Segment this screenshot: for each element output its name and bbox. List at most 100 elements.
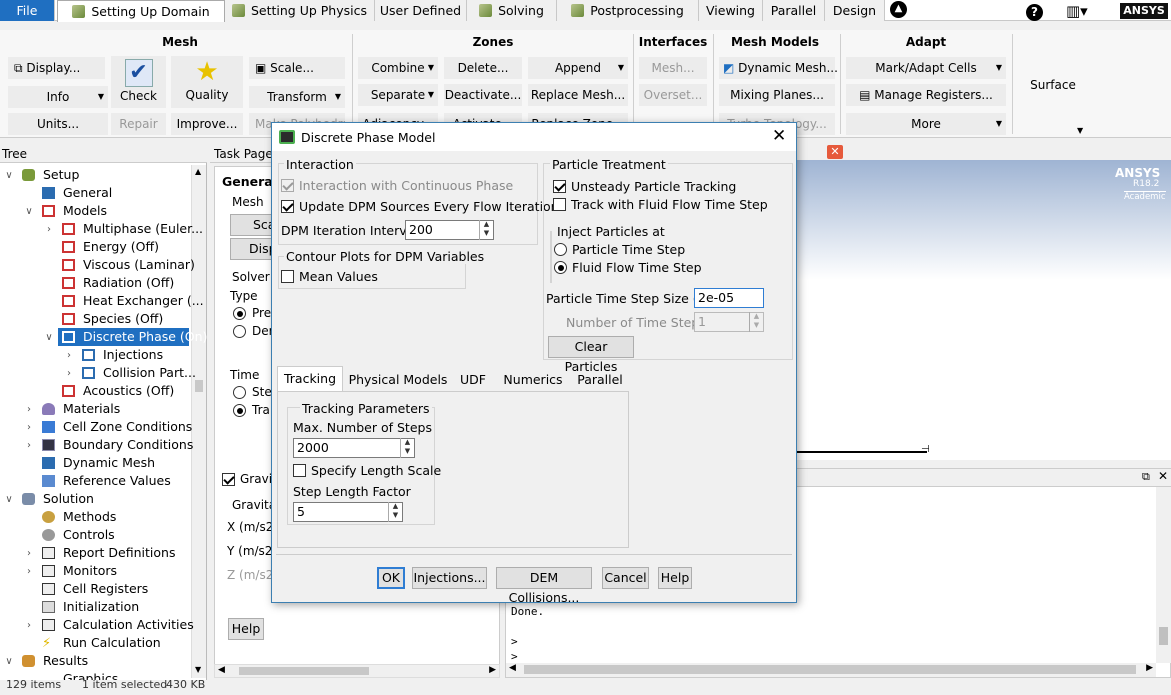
tree-item-injections[interactable]: Injections [103, 346, 163, 364]
collapse-solution-icon[interactable]: ∨ [3, 494, 15, 505]
expand-materials-icon[interactable]: › [23, 404, 35, 415]
overset-button[interactable]: Overset... [639, 84, 707, 106]
tab-physical-models[interactable]: Physical Models [348, 368, 448, 391]
surface-button[interactable]: Surface [1018, 66, 1088, 132]
dem-collisions-button[interactable]: DEM Collisions... [496, 567, 592, 605]
tab-tracking[interactable]: Tracking [277, 366, 343, 391]
info-button[interactable]: Info ▼ [8, 86, 108, 108]
interaction-continuous-checkbox[interactable] [281, 179, 294, 192]
spinner-icon[interactable]: ▲ ▼ [388, 502, 402, 522]
fluid-flow-time-step-radio[interactable] [554, 261, 567, 274]
tab-parallel[interactable]: Parallel [570, 368, 630, 391]
tree-item-acoustics[interactable]: Acoustics (Off) [83, 382, 174, 400]
mark-adapt-button[interactable]: Mark/Adapt Cells ▼ [846, 57, 1006, 79]
tab-solving[interactable]: Solving [467, 0, 557, 21]
tab-user-defined[interactable]: User Defined [375, 0, 467, 21]
dynamic-mesh-button[interactable]: ◩ Dynamic Mesh... [719, 57, 838, 79]
particle-time-step-radio[interactable] [554, 243, 567, 256]
scroll-left-icon[interactable]: ◀ [509, 663, 516, 673]
tree-scrollbar[interactable]: ▲ ▼ [191, 165, 206, 678]
tab-setting-up-physics[interactable]: Setting Up Physics [225, 0, 375, 21]
scroll-down-icon[interactable]: ▼ [195, 665, 201, 674]
pressure-based-radio[interactable] [233, 307, 246, 320]
tree-item-setup[interactable]: Setup [43, 166, 79, 184]
expand-report-definitions-icon[interactable]: › [23, 548, 35, 559]
improve-button[interactable]: Improve... [171, 113, 243, 135]
tree-item-initialization[interactable]: Initialization [63, 598, 139, 616]
tab-numerics[interactable]: Numerics [500, 368, 566, 391]
tree-item-boundary-conditions[interactable]: Boundary Conditions [63, 436, 193, 454]
spinner-icon[interactable]: ▲ ▼ [749, 312, 763, 332]
tree-item-calculation-activities[interactable]: Calculation Activities [63, 616, 194, 634]
scroll-left-icon[interactable]: ◀ [218, 665, 225, 675]
gravity-checkbox[interactable] [222, 473, 235, 486]
specify-length-scale-checkbox[interactable] [293, 464, 306, 477]
expand-calculation-activities-icon[interactable]: › [23, 620, 35, 631]
spinner-icon[interactable]: ▲ ▼ [479, 220, 493, 240]
scale-button[interactable]: ▣ Scale... [249, 57, 345, 79]
manage-registers-button[interactable]: ▤ Manage Registers... [846, 84, 1006, 106]
scroll-right-icon[interactable]: ▶ [489, 665, 496, 675]
expand-injections-icon[interactable]: › [63, 350, 75, 361]
tab-udf[interactable]: UDF [452, 368, 494, 391]
separate-button[interactable]: Separate ▼ [358, 84, 438, 106]
scroll-thumb[interactable] [239, 667, 369, 675]
clear-particles-button[interactable]: Clear Particles [548, 336, 634, 374]
update-dpm-sources-checkbox[interactable] [281, 200, 294, 213]
track-fluid-step-checkbox[interactable] [553, 198, 566, 211]
tree-item-monitors[interactable]: Monitors [63, 562, 117, 580]
tree-item-controls[interactable]: Controls [63, 526, 115, 544]
tab-setting-up-domain[interactable]: Setting Up Domain [57, 0, 225, 22]
deactivate-button[interactable]: Deactivate... [444, 84, 522, 106]
close-graphics-tab-icon[interactable]: ✕ [827, 145, 843, 159]
tree-item-run-calculation[interactable]: Run Calculation [63, 634, 161, 652]
tree-item-general[interactable]: General [63, 184, 112, 202]
max-steps-input[interactable]: 2000 [293, 438, 415, 458]
replace-mesh-button[interactable]: Replace Mesh... [528, 84, 628, 106]
help-icon[interactable]: ? [1026, 4, 1043, 21]
tree-item-species[interactable]: Species (Off) [83, 310, 163, 328]
tree-item-results[interactable]: Results [43, 652, 88, 670]
task-help-button[interactable]: Help [228, 618, 264, 640]
injections-button[interactable]: Injections... [412, 567, 487, 589]
append-button[interactable]: Append ▼ [528, 57, 628, 79]
scroll-right-icon[interactable]: ▶ [1146, 663, 1153, 673]
tree-item-methods[interactable]: Methods [63, 508, 116, 526]
transform-button[interactable]: Transform ▼ [249, 86, 345, 108]
console-vscrollbar[interactable] [1156, 487, 1171, 663]
tree-item-viscous[interactable]: Viscous (Laminar) [83, 256, 195, 274]
check-button[interactable]: ✔ Check [111, 56, 166, 108]
mean-values-checkbox[interactable] [281, 270, 294, 283]
collapse-results-icon[interactable]: ∨ [3, 656, 15, 667]
step-length-factor-input[interactable]: 5 [293, 502, 403, 522]
task-hscrollbar[interactable]: ◀ ▶ [214, 664, 500, 678]
restore-icon[interactable]: ⧉ [1142, 470, 1150, 484]
tree-item-materials[interactable]: Materials [63, 400, 120, 418]
tree-item-heat-exchanger[interactable]: Heat Exchanger (... [83, 292, 204, 310]
scroll-thumb[interactable] [195, 380, 203, 392]
interfaces-mesh-button[interactable]: Mesh... [639, 57, 707, 79]
tree-item-dynamic-mesh[interactable]: Dynamic Mesh [63, 454, 155, 472]
units-button[interactable]: Units... [8, 113, 108, 135]
dialog-help-button[interactable]: Help [658, 567, 692, 589]
dialog-close-icon[interactable]: ✕ [772, 126, 786, 146]
combine-button[interactable]: Combine ▼ [358, 57, 438, 79]
tree-item-models[interactable]: Models [63, 202, 107, 220]
tab-viewing[interactable]: Viewing [699, 0, 763, 21]
collapse-models-icon[interactable]: ∨ [23, 206, 35, 217]
density-based-radio[interactable] [233, 325, 246, 338]
console-hscrollbar[interactable]: ◀ ▶ [506, 663, 1156, 677]
tree-item-cell-registers[interactable]: Cell Registers [63, 580, 148, 598]
tree-item-report-definitions[interactable]: Report Definitions [63, 544, 175, 562]
collapse-ribbon-icon[interactable]: ▲ [890, 1, 907, 18]
cancel-button[interactable]: Cancel [602, 567, 649, 589]
layout-icon[interactable]: ▥▾ [1066, 2, 1088, 20]
steady-radio[interactable] [233, 386, 246, 399]
collapse-discrete-phase-icon[interactable]: ∨ [43, 332, 55, 343]
tree-item-multiphase[interactable]: Multiphase (Euler... [83, 220, 203, 238]
delete-button[interactable]: Delete... [444, 57, 522, 79]
transient-radio[interactable] [233, 404, 246, 417]
ok-button[interactable]: OK [377, 567, 405, 589]
tree-item-radiation[interactable]: Radiation (Off) [83, 274, 174, 292]
chevron-down-icon[interactable]: ▼ [1077, 126, 1083, 135]
